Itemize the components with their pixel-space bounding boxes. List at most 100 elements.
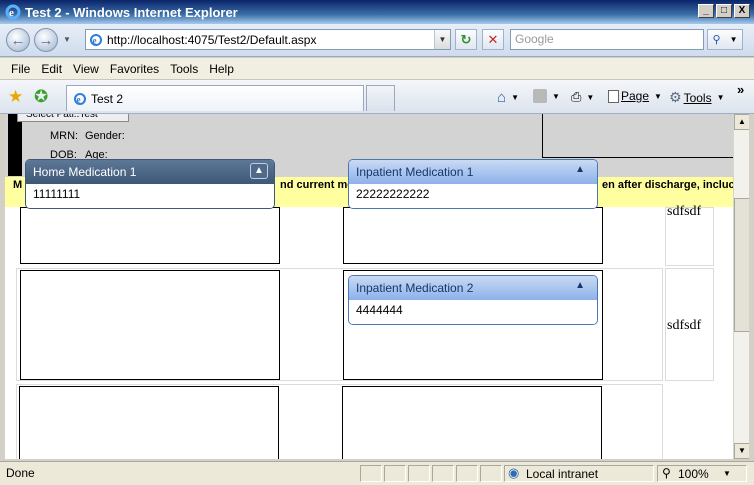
page-icon: e — [90, 33, 102, 46]
window-title: Test 2 - Windows Internet Explorer — [25, 4, 238, 20]
address-dropdown-icon[interactable]: ▼ — [434, 30, 450, 49]
zoom-dropdown-icon[interactable]: ▼ — [723, 469, 731, 478]
inpatient-med-cell-1 — [343, 207, 603, 264]
side-text-1: sdfsdf — [667, 204, 702, 216]
printer-icon: ⎙ — [571, 89, 582, 104]
stop-button[interactable]: ✕ — [482, 29, 504, 50]
mrn-label: MRN: — [50, 130, 79, 142]
menu-view[interactable]: View — [73, 62, 99, 76]
print-button[interactable]: ⎙ ▼ — [571, 89, 594, 105]
window-edge — [749, 114, 754, 461]
collapse-arrow-icon[interactable]: ▲ — [575, 280, 585, 291]
intranet-globe-icon: ◉ — [508, 465, 520, 480]
status-pane — [456, 465, 478, 482]
home-med-cell-1 — [20, 207, 280, 264]
tools-menu-label: Tools — [683, 90, 712, 105]
address-toolbar: ← → ▼ e http://localhost:4075/Test2/Defa… — [0, 24, 754, 57]
feeds-button[interactable]: ▼ — [533, 89, 560, 103]
warning-text-right: en after discharge, incluc — [602, 179, 733, 191]
menu-bar: File Edit View Favorites Tools Help — [0, 58, 754, 80]
status-pane — [432, 465, 454, 482]
status-pane — [480, 465, 502, 482]
scroll-thumb[interactable] — [734, 198, 750, 332]
ie-logo-icon: e — [5, 4, 21, 20]
menu-edit[interactable]: Edit — [41, 62, 62, 76]
home-icon: ⌂ — [497, 89, 507, 106]
maximize-button[interactable]: □ — [716, 4, 732, 18]
page-content: Select Pati..Test MRN: Gender: DOB: Age:… — [5, 114, 733, 459]
search-input[interactable]: Google — [510, 29, 704, 50]
menu-help[interactable]: Help — [209, 62, 234, 76]
page-dropdown-icon: ▼ — [654, 91, 662, 101]
url-text: http://localhost:4075/Test2/Default.aspx — [107, 32, 317, 47]
history-dropdown-icon[interactable]: ▼ — [63, 35, 71, 44]
new-tab-button[interactable] — [366, 85, 395, 111]
title-bar[interactable]: e Test 2 - Windows Internet Explorer _ □… — [0, 0, 754, 24]
inpatient-medication-panel-1: Inpatient Medication 1 ▲ 22222222222 — [348, 159, 598, 209]
refresh-button[interactable]: ↻ — [455, 29, 477, 50]
zoom-magnifier-icon: ⚲ — [662, 466, 671, 480]
collapse-arrow-icon[interactable]: ▲ — [575, 164, 585, 175]
search-dropdown-icon[interactable]: ▼ — [730, 35, 738, 44]
favorites-star-icon[interactable]: ★ — [8, 87, 23, 107]
status-text: Done — [6, 466, 35, 480]
toolbar-overflow-icon[interactable]: » — [737, 82, 744, 97]
tab-test-2[interactable]: e Test 2 — [66, 85, 364, 111]
scroll-down-button[interactable]: ▼ — [734, 443, 750, 459]
menu-file[interactable]: File — [11, 62, 30, 76]
status-bar: Done ◉ Local intranet ⚲ 100% ▼ — [0, 461, 754, 485]
page-menu-button[interactable]: Page ▼ — [608, 89, 662, 103]
panel-title: Inpatient Medication 1 — [356, 165, 474, 179]
security-zone[interactable]: ◉ Local intranet — [504, 465, 654, 482]
address-input[interactable]: e http://localhost:4075/Test2/Default.as… — [85, 29, 451, 50]
collapse-button[interactable]: ▲ — [250, 163, 268, 179]
menu-tools[interactable]: Tools — [170, 62, 198, 76]
rss-feed-icon — [533, 89, 547, 103]
inpatient-medication-panel-2: Inpatient Medication 2 ▲ 4444444 — [348, 275, 598, 325]
status-pane — [384, 465, 406, 482]
page-menu-label: Page — [621, 89, 650, 103]
status-pane — [360, 465, 382, 482]
panel-title: Home Medication 1 — [33, 165, 137, 179]
feeds-dropdown-icon[interactable]: ▼ — [552, 92, 560, 101]
back-arrow-icon: ← — [10, 31, 26, 49]
panel-value: 4444444 — [349, 300, 597, 324]
close-button[interactable]: X — [734, 4, 750, 18]
zoom-control[interactable]: ⚲ 100% ▼ — [657, 465, 747, 482]
tab-page-icon: e — [74, 92, 86, 105]
black-block — [8, 114, 22, 176]
tools-menu-button[interactable]: ⚙ Tools ▼ — [669, 89, 725, 106]
header-outline-box — [542, 114, 733, 158]
forward-arrow-icon: → — [38, 31, 54, 49]
refresh-icon: ↻ — [460, 31, 472, 47]
tools-dropdown-icon: ▼ — [716, 93, 725, 102]
svg-text:e: e — [77, 94, 81, 104]
side-text-2: sdfsdf — [667, 318, 702, 333]
home-dropdown-icon[interactable]: ▼ — [511, 93, 519, 102]
panel-header[interactable]: Inpatient Medication 1 ▲ — [349, 160, 597, 184]
panel-value: 22222222222 — [349, 184, 597, 208]
home-button[interactable]: ⌂ ▼ — [497, 89, 519, 106]
select-patient-button[interactable]: Select Pati..Test — [17, 114, 129, 122]
search-button[interactable]: ⚲ ▼ — [707, 29, 743, 50]
menu-favorites[interactable]: Favorites — [110, 62, 159, 76]
scroll-up-button[interactable]: ▲ — [734, 114, 750, 130]
gear-icon: ⚙ — [669, 89, 682, 105]
favorites-bar: ★ ✪ e Test 2 ⌂ ▼ ▼ ⎙ ▼ Page ▼ ⚙ Tools ▼ … — [0, 80, 754, 114]
svg-text:e: e — [9, 7, 14, 19]
window-controls: _ □ X — [698, 4, 750, 18]
warning-text-left: M — [13, 179, 23, 191]
minimize-button[interactable]: _ — [698, 4, 714, 18]
back-button[interactable]: ← — [6, 28, 30, 52]
panel-header[interactable]: Home Medication 1 ▲ — [26, 160, 274, 184]
panel-value: 11111111 — [26, 184, 274, 208]
panel-header[interactable]: Inpatient Medication 2 ▲ — [349, 276, 597, 300]
add-favorite-icon[interactable]: ✪ — [34, 87, 48, 107]
magnifier-icon: ⚲ — [712, 34, 721, 46]
status-pane — [408, 465, 430, 482]
forward-button[interactable]: → — [34, 28, 58, 52]
vertical-scrollbar[interactable]: ▲ ▼ — [733, 114, 750, 459]
home-med-cell-2 — [20, 270, 280, 380]
print-dropdown-icon[interactable]: ▼ — [586, 93, 594, 102]
zoom-level: 100% — [678, 467, 709, 481]
